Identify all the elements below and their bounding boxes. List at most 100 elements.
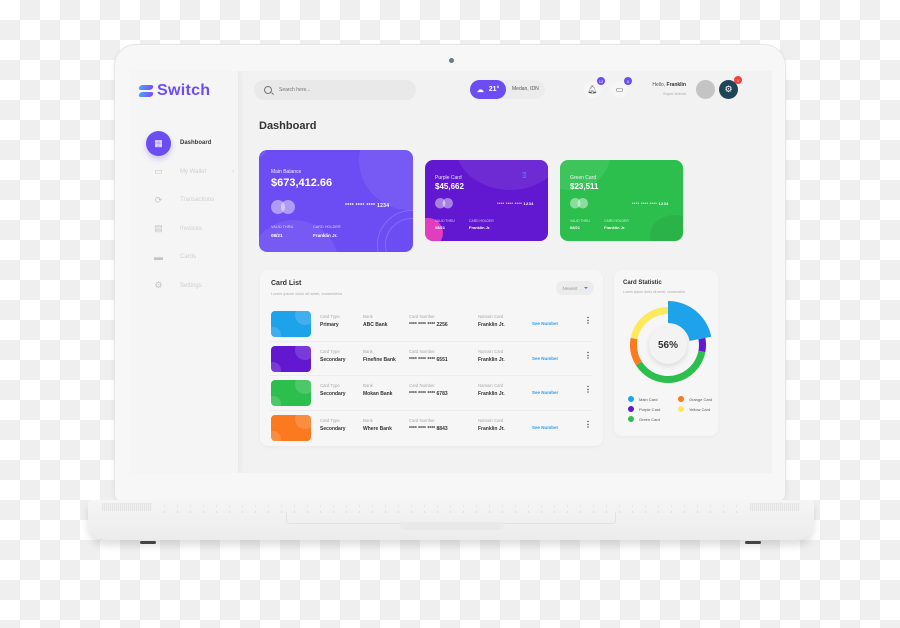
more-options-icon[interactable]: ⋮ [584, 386, 592, 394]
search-input[interactable] [279, 87, 399, 93]
sidebar-item-cards[interactable]: ▬ Cards [146, 243, 214, 272]
card-statistic-title: Card Statistic [623, 280, 662, 286]
sidebar-nav: ▦ Dashboard ▭ My Wallet › ⟳ Transactions ▤ Invoi… [146, 129, 234, 301]
weather-widget[interactable]: ☁ 21° Medan, IDN [470, 80, 545, 99]
col-header: Bank [363, 383, 373, 388]
card-amount: $45,662 [435, 182, 464, 191]
col-name: Namain Card Franklin Jr. [478, 314, 505, 328]
sidebar-item-my-wallet[interactable]: ▭ My Wallet › [146, 158, 234, 187]
card-number: **** **** **** 1234 [497, 201, 534, 206]
laptop-foot [745, 541, 761, 544]
card-thumbnail [271, 311, 311, 337]
legend-item: Yellow Card [678, 406, 710, 412]
col-header: Namain Card [478, 383, 504, 388]
valid-thru-value: 08/21 [570, 225, 581, 230]
brand-logo[interactable]: Switch [138, 82, 211, 100]
sidebar-item-dashboard[interactable]: ▦ Dashboard [146, 129, 214, 158]
col-name: Namain Card Franklin Jr. [478, 418, 505, 432]
valid-thru-value: 08/21 [271, 233, 283, 238]
card-thumbnail [271, 345, 311, 372]
col-value: Where Bank [363, 425, 392, 432]
transactions-icon: ⟳ [154, 194, 163, 205]
legend-label: Main Card [639, 396, 658, 402]
avatar[interactable] [696, 80, 715, 99]
donut-segment-orange-card[interactable] [630, 337, 642, 366]
sort-dropdown[interactable]: Newest [556, 281, 594, 295]
user-info[interactable]: Hello, Franklin Super Admin [636, 82, 686, 96]
page-title: Dashboard [259, 120, 317, 132]
valid-thru-label: VALID THRU [271, 225, 294, 229]
sidebar-item-label: Dashboard [180, 140, 212, 147]
settings-button[interactable]: ⚙ 1 [719, 76, 742, 99]
search-icon [264, 86, 272, 94]
sidebar-item-label: My Wallet [180, 168, 207, 175]
card-label: Main Balance [271, 169, 302, 175]
card-holder-label: CARD HOLDER [469, 219, 494, 223]
col-value: **** **** **** 8843 [409, 425, 448, 432]
valid-thru-label: VALID THRU [435, 219, 455, 223]
brand-name: Switch [157, 82, 211, 99]
see-number-link[interactable]: See Number [532, 356, 558, 361]
purple-card[interactable]: ⁞⁞⁞ Purple Card $45,662 **** **** **** 1… [425, 160, 548, 241]
messages-button[interactable]: ▭ 5 [611, 77, 632, 98]
col-header: Bank [363, 417, 373, 423]
weather-location: Medan, IDN [512, 86, 539, 92]
col-bank: Bank Mokan Bank [363, 383, 392, 397]
donut-segment-purple-card[interactable] [698, 337, 706, 353]
legend-item: Orange Card [678, 396, 712, 402]
dashboard-icon: ▦ [146, 130, 171, 156]
table-row: Card Type Secondary Bank Mokan Bank Card Num… [270, 376, 592, 411]
col-value: Franklin Jr. [478, 425, 505, 432]
sidebar-item-settings[interactable]: ⚙ Settings [146, 272, 214, 301]
sidebar-item-label: Transactions [180, 197, 215, 204]
see-number-link[interactable]: See Number [532, 425, 558, 430]
card-label: Purple Card [435, 175, 462, 181]
card-statistic-subtitle: Lorem ipsum dolor sit amet, consectetur [623, 290, 686, 294]
speaker-right [750, 503, 800, 511]
card-brand-icon [271, 200, 297, 214]
notifications-button[interactable]: 🔔︎ 12 [584, 77, 605, 98]
card-list-title: Card List [271, 280, 302, 287]
legend-label: Yellow Card [689, 406, 711, 412]
sidebar-item-invoices[interactable]: ▤ Invoices [146, 215, 214, 244]
legend-dot [628, 396, 634, 402]
bell-icon: 🔔︎ [587, 85, 598, 94]
col-value: Finefine Bank [363, 356, 396, 363]
greeting-text: Hello, [652, 82, 666, 88]
col-value: Secondary [320, 356, 346, 363]
main-balance-card[interactable]: Main Balance $673,412.66 **** **** **** … [259, 150, 413, 252]
col-value: Franklin Jr. [478, 391, 505, 397]
cards-icon: ▬ [154, 252, 163, 263]
col-type: Card Type Secondary [320, 349, 346, 363]
more-options-icon[interactable]: ⋮ [584, 420, 592, 429]
sidebar-item-transactions[interactable]: ⟳ Transactions [146, 186, 214, 215]
col-type: Card Type Secondary [320, 383, 346, 397]
green-card[interactable]: Green Card $23,511 **** **** **** 1234 V… [560, 160, 683, 241]
col-value: **** **** **** 6783 [409, 391, 448, 397]
logo-icon [138, 84, 154, 98]
col-name: Namain Card Franklin Jr. [478, 349, 505, 363]
col-header: Namain Card [478, 314, 504, 319]
col-header: Card Number [409, 314, 435, 319]
more-options-icon[interactable]: ⋮ [584, 351, 592, 360]
legend-item: Main Card [628, 396, 657, 402]
col-header: Card Type [320, 417, 340, 423]
speaker-left [102, 503, 152, 511]
see-number-link[interactable]: See Number [532, 321, 558, 326]
legend-item: Purple Card [628, 406, 660, 412]
see-number-link[interactable]: See Number [532, 390, 558, 395]
more-options-icon[interactable]: ⋮ [584, 317, 592, 325]
valid-thru-label: VALID THRU [570, 219, 590, 223]
weather-temp: 21° [488, 86, 500, 93]
user-role: Super Admin [663, 91, 686, 96]
user-name: Franklin [666, 82, 686, 88]
col-type: Card Type Primary [320, 314, 340, 328]
search-bar[interactable] [254, 80, 416, 100]
messages-badge: 5 [624, 77, 632, 85]
col-number: Card Number **** **** **** 8843 [409, 418, 448, 432]
legend-label: Orange Card [689, 396, 713, 402]
card-list-panel: Card List Lorem ipsum dolor sit amet, co… [260, 270, 603, 446]
col-value: Primary [320, 322, 339, 328]
card-thumbnail [271, 414, 311, 441]
table-row: Card Type Secondary Bank Where Bank Card Num… [270, 411, 592, 446]
